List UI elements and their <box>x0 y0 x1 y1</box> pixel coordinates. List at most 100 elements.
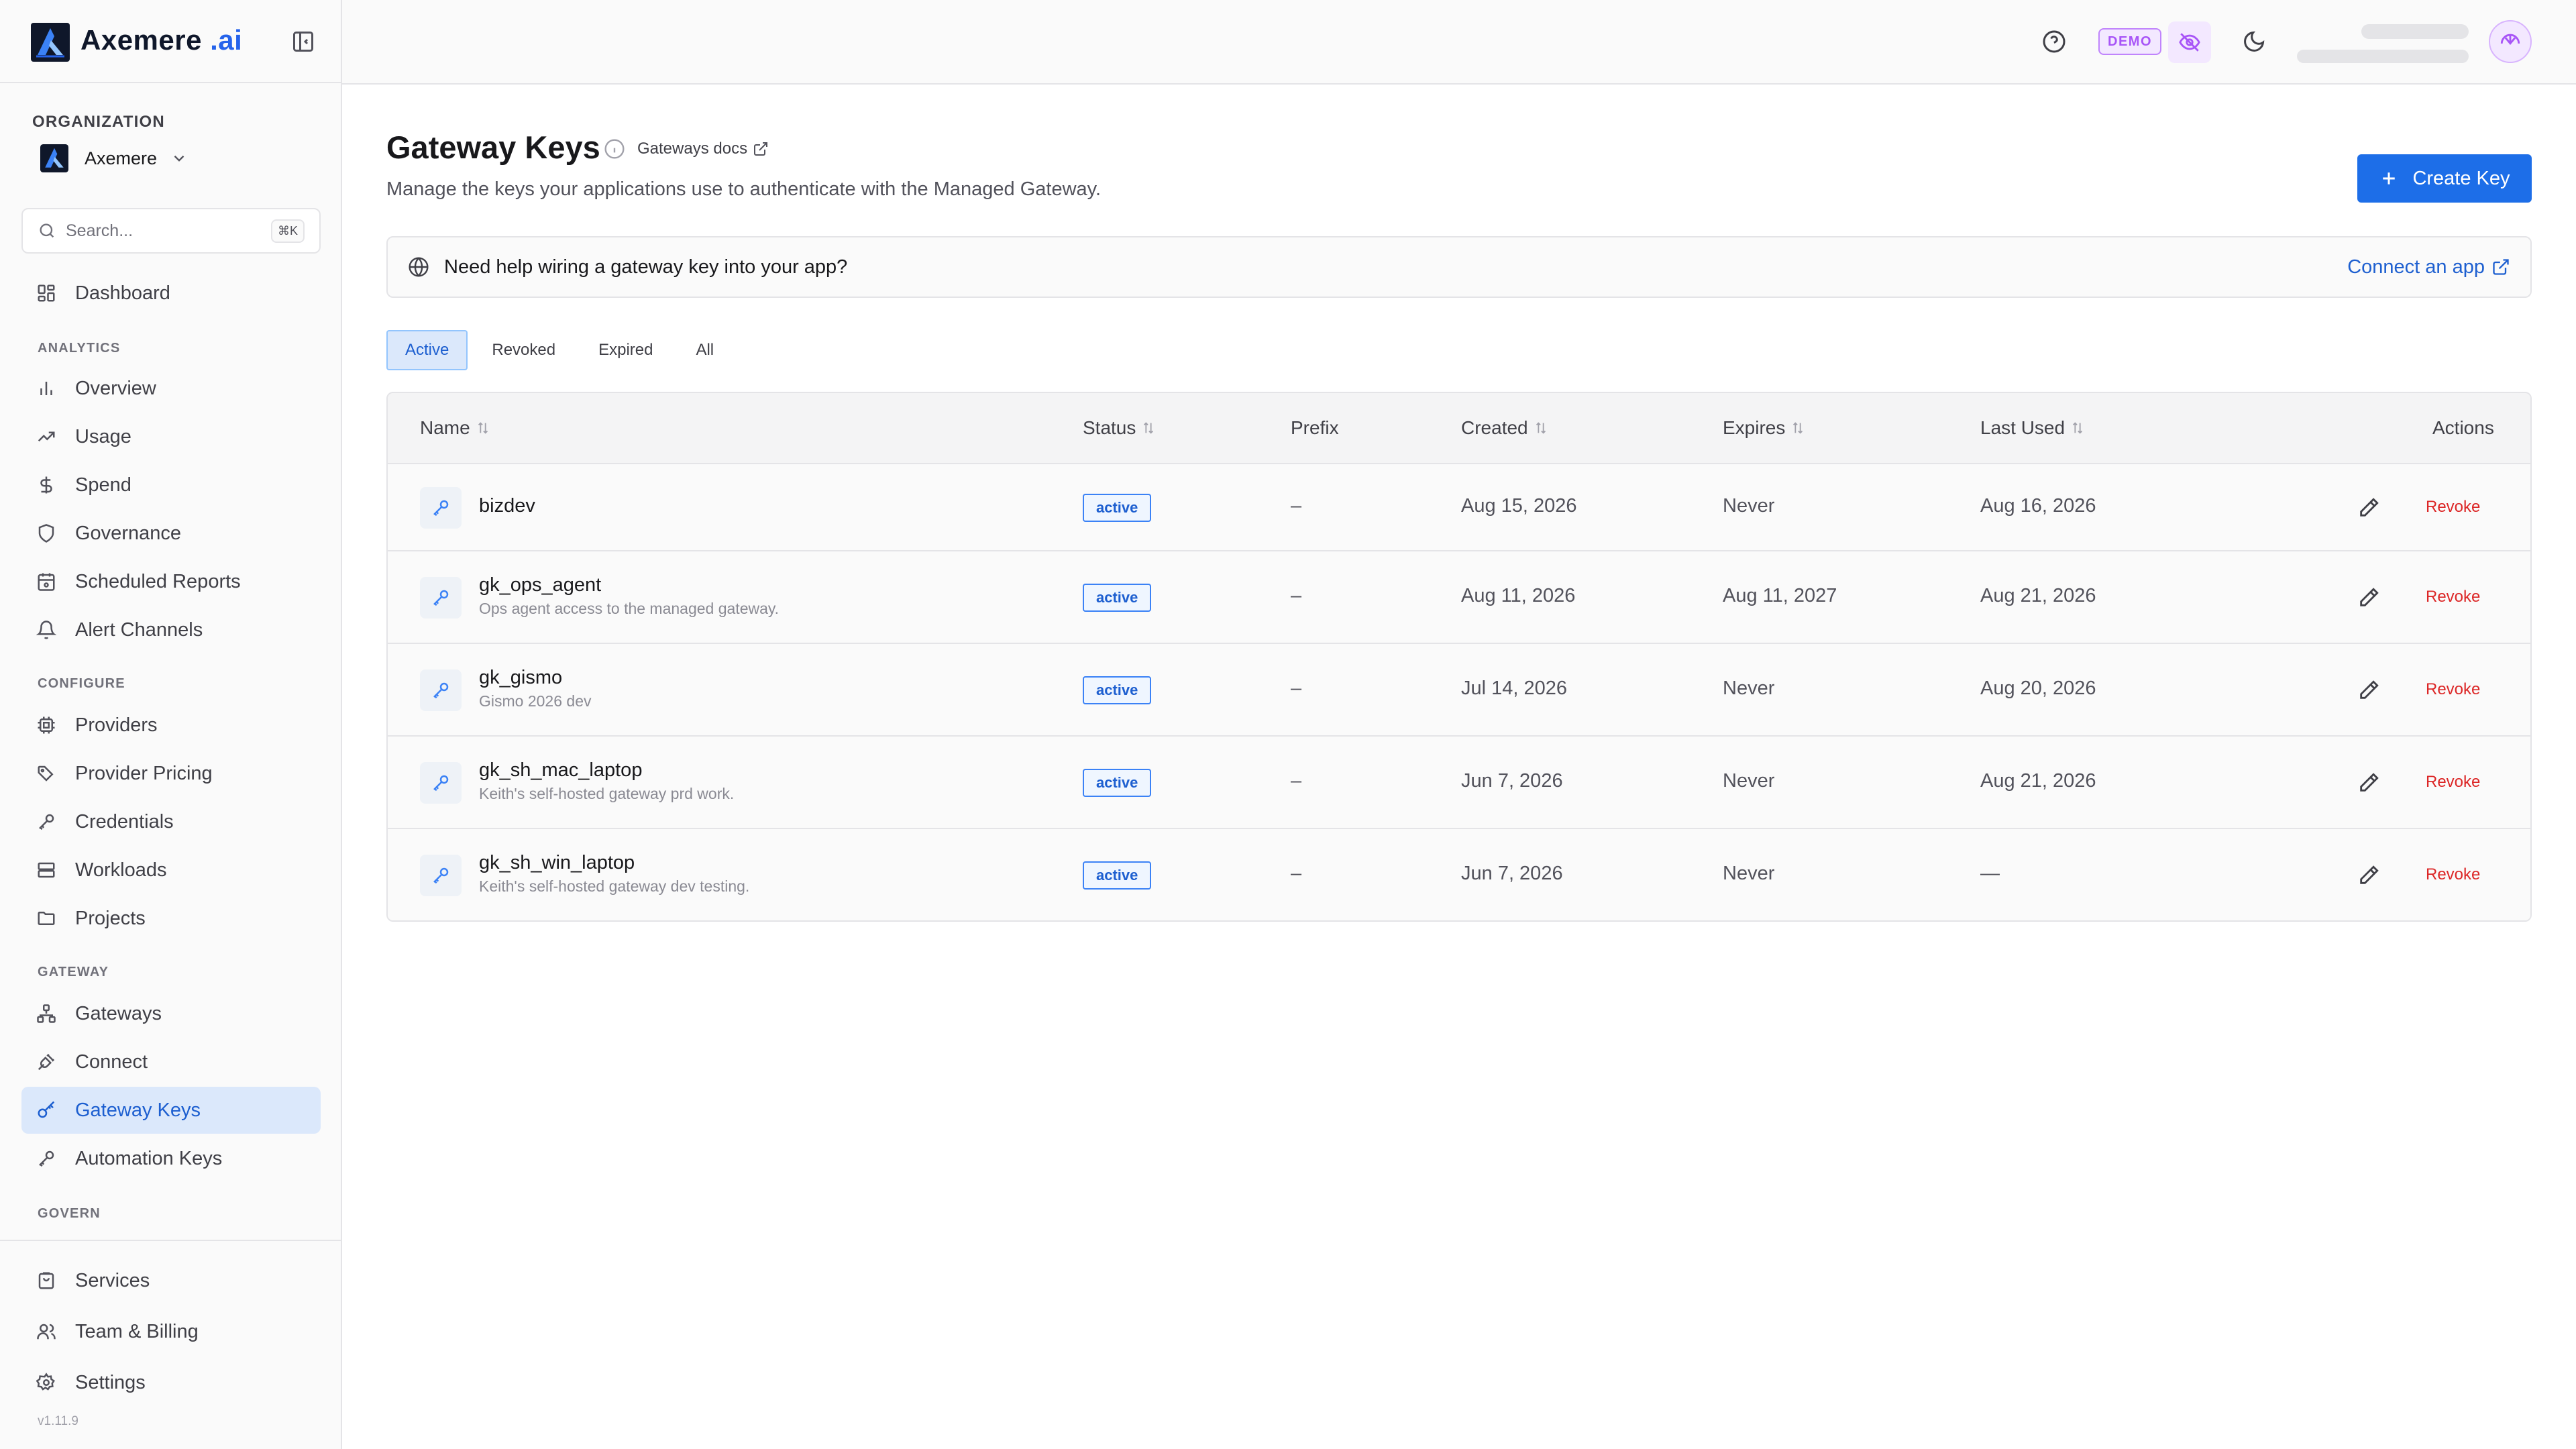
brand-logo[interactable] <box>31 23 70 62</box>
sidebar-item-spend[interactable]: Spend <box>21 462 321 508</box>
create-key-button[interactable]: Create Key <box>2357 154 2532 203</box>
key-icon-box <box>420 855 462 896</box>
table-row[interactable]: gk_ops_agent Ops agent access to the man… <box>388 551 2530 644</box>
revoke-button[interactable]: Revoke <box>2426 498 2480 517</box>
created-date: Jun 7, 2026 <box>1461 863 1563 884</box>
expires-date: Never <box>1723 495 1775 517</box>
key-icon <box>36 812 56 832</box>
sort-icon <box>2070 421 2085 435</box>
sidebar-item-label: Connect <box>75 1051 148 1073</box>
org-logo <box>40 144 68 172</box>
sidebar-item-label: Projects <box>75 907 146 929</box>
shield-icon <box>36 523 56 543</box>
pencil-icon[interactable] <box>2357 496 2380 519</box>
info-icon[interactable] <box>604 138 625 160</box>
tab-revoked[interactable]: Revoked <box>473 330 574 370</box>
gateway-keys-table: Name Status Prefix Created Expires Last … <box>386 392 2532 922</box>
created-date: Jul 14, 2026 <box>1461 678 1568 699</box>
key-icon <box>431 865 451 885</box>
table-row[interactable]: gk_sh_win_laptop Keith's self-hosted gat… <box>388 829 2530 920</box>
key-icon-box <box>420 669 462 711</box>
connect-an-app-link[interactable]: Connect an app <box>2347 256 2510 278</box>
pencil-icon[interactable] <box>2357 679 2380 702</box>
revoke-button[interactable]: Revoke <box>2426 680 2480 699</box>
sidebar-item-label: Providers <box>75 714 158 736</box>
sidebar-item-connect[interactable]: Connect <box>21 1038 321 1085</box>
last-used-date: Aug 16, 2026 <box>1980 495 2096 517</box>
status-badge: active <box>1083 494 1152 522</box>
revoke-button[interactable]: Revoke <box>2426 773 2480 792</box>
sidebar-item-label: Governance <box>75 522 181 544</box>
shopping-bag-icon <box>36 1271 56 1291</box>
sidebar-item-providers[interactable]: Providers <box>21 702 321 749</box>
sort-icon <box>1534 421 1548 435</box>
gateways-docs-link[interactable]: Gateways docs <box>637 140 769 158</box>
key-icon <box>431 498 451 518</box>
sidebar-item-workloads[interactable]: Workloads <box>21 847 321 894</box>
section-configure: CONFIGURE <box>38 676 125 691</box>
sidebar-item-label: Provider Pricing <box>75 762 213 784</box>
dashboard-icon <box>36 283 56 303</box>
pencil-icon[interactable] <box>2357 864 2380 887</box>
search-placeholder: Search... <box>66 221 133 240</box>
sidebar-item-label: Automation Keys <box>75 1147 223 1169</box>
external-link-icon <box>753 141 769 157</box>
column-last-used-label: Last Used <box>1980 417 2065 438</box>
table-row[interactable]: gk_gismo Gismo 2026 dev active – Jul 14,… <box>388 644 2530 737</box>
sidebar-item-settings[interactable]: Settings <box>21 1359 321 1406</box>
chip-icon <box>36 715 56 735</box>
column-created[interactable]: Created <box>1461 417 1548 439</box>
sidebar-item-overview[interactable]: Overview <box>21 365 321 412</box>
tags-icon <box>36 763 56 784</box>
sidebar-item-label: Dashboard <box>75 282 170 304</box>
tab-all[interactable]: All <box>677 330 733 370</box>
revoke-button[interactable]: Revoke <box>2426 588 2480 606</box>
column-actions: Actions <box>2432 417 2494 439</box>
column-status[interactable]: Status <box>1083 417 1156 439</box>
table-row[interactable]: gk_sh_mac_laptop Keith's self-hosted gat… <box>388 737 2530 829</box>
tab-expired[interactable]: Expired <box>580 330 672 370</box>
bell-icon <box>36 620 56 640</box>
sidebar-item-usage[interactable]: Usage <box>21 413 321 460</box>
key-prefix: – <box>1291 863 1302 884</box>
status-badge: active <box>1083 584 1152 612</box>
sidebar-item-provider-pricing[interactable]: Provider Pricing <box>21 750 321 797</box>
table-row[interactable]: bizdev active – Aug 15, 2026 Never Aug 1… <box>388 464 2530 551</box>
avatar[interactable] <box>2489 20 2532 63</box>
sidebar-item-scheduled-reports[interactable]: Scheduled Reports <box>21 558 321 605</box>
pencil-icon[interactable] <box>2357 771 2380 794</box>
key-prefix: – <box>1291 770 1302 792</box>
sidebar-item-team-billing[interactable]: Team & Billing <box>21 1308 321 1355</box>
help-circle-icon[interactable] <box>2042 30 2066 54</box>
column-name[interactable]: Name <box>420 417 490 439</box>
column-last-used[interactable]: Last Used <box>1980 417 2085 439</box>
sidebar-item-gateway-keys[interactable]: Gateway Keys <box>21 1087 321 1134</box>
globe-icon <box>408 256 429 278</box>
user-name-placeholder <box>2361 24 2469 39</box>
moon-icon[interactable] <box>2242 30 2266 54</box>
sidebar-item-services[interactable]: Services <box>21 1257 321 1304</box>
column-expires[interactable]: Expires <box>1723 417 1805 439</box>
sidebar-search[interactable]: Search... ⌘K <box>21 208 321 254</box>
expires-date: Never <box>1723 770 1775 792</box>
sidebar-item-automation-keys[interactable]: Automation Keys <box>21 1135 321 1182</box>
sidebar-item-projects[interactable]: Projects <box>21 895 321 942</box>
sidebar-item-dashboard[interactable]: Dashboard <box>21 270 321 317</box>
expires-date: Never <box>1723 678 1775 699</box>
app-version: v1.11.9 <box>38 1414 78 1428</box>
sidebar-item-alert-channels[interactable]: Alert Channels <box>21 606 321 653</box>
organization-selector[interactable]: Axemere <box>40 141 188 176</box>
sidebar-item-gateways[interactable]: Gateways <box>21 990 321 1037</box>
revoke-button[interactable]: Revoke <box>2426 865 2480 884</box>
pencil-icon[interactable] <box>2357 586 2380 609</box>
sidebar-item-governance[interactable]: Governance <box>21 510 321 557</box>
dollar-icon <box>36 475 56 495</box>
key-icon <box>431 773 451 793</box>
privacy-toggle-button[interactable] <box>2168 21 2211 63</box>
sort-icon <box>1141 421 1156 435</box>
sidebar-collapse-icon[interactable] <box>291 30 315 54</box>
sidebar-item-credentials[interactable]: Credentials <box>21 798 321 845</box>
column-expires-label: Expires <box>1723 417 1786 438</box>
tab-active[interactable]: Active <box>386 330 468 370</box>
key-icon-box <box>420 762 462 804</box>
